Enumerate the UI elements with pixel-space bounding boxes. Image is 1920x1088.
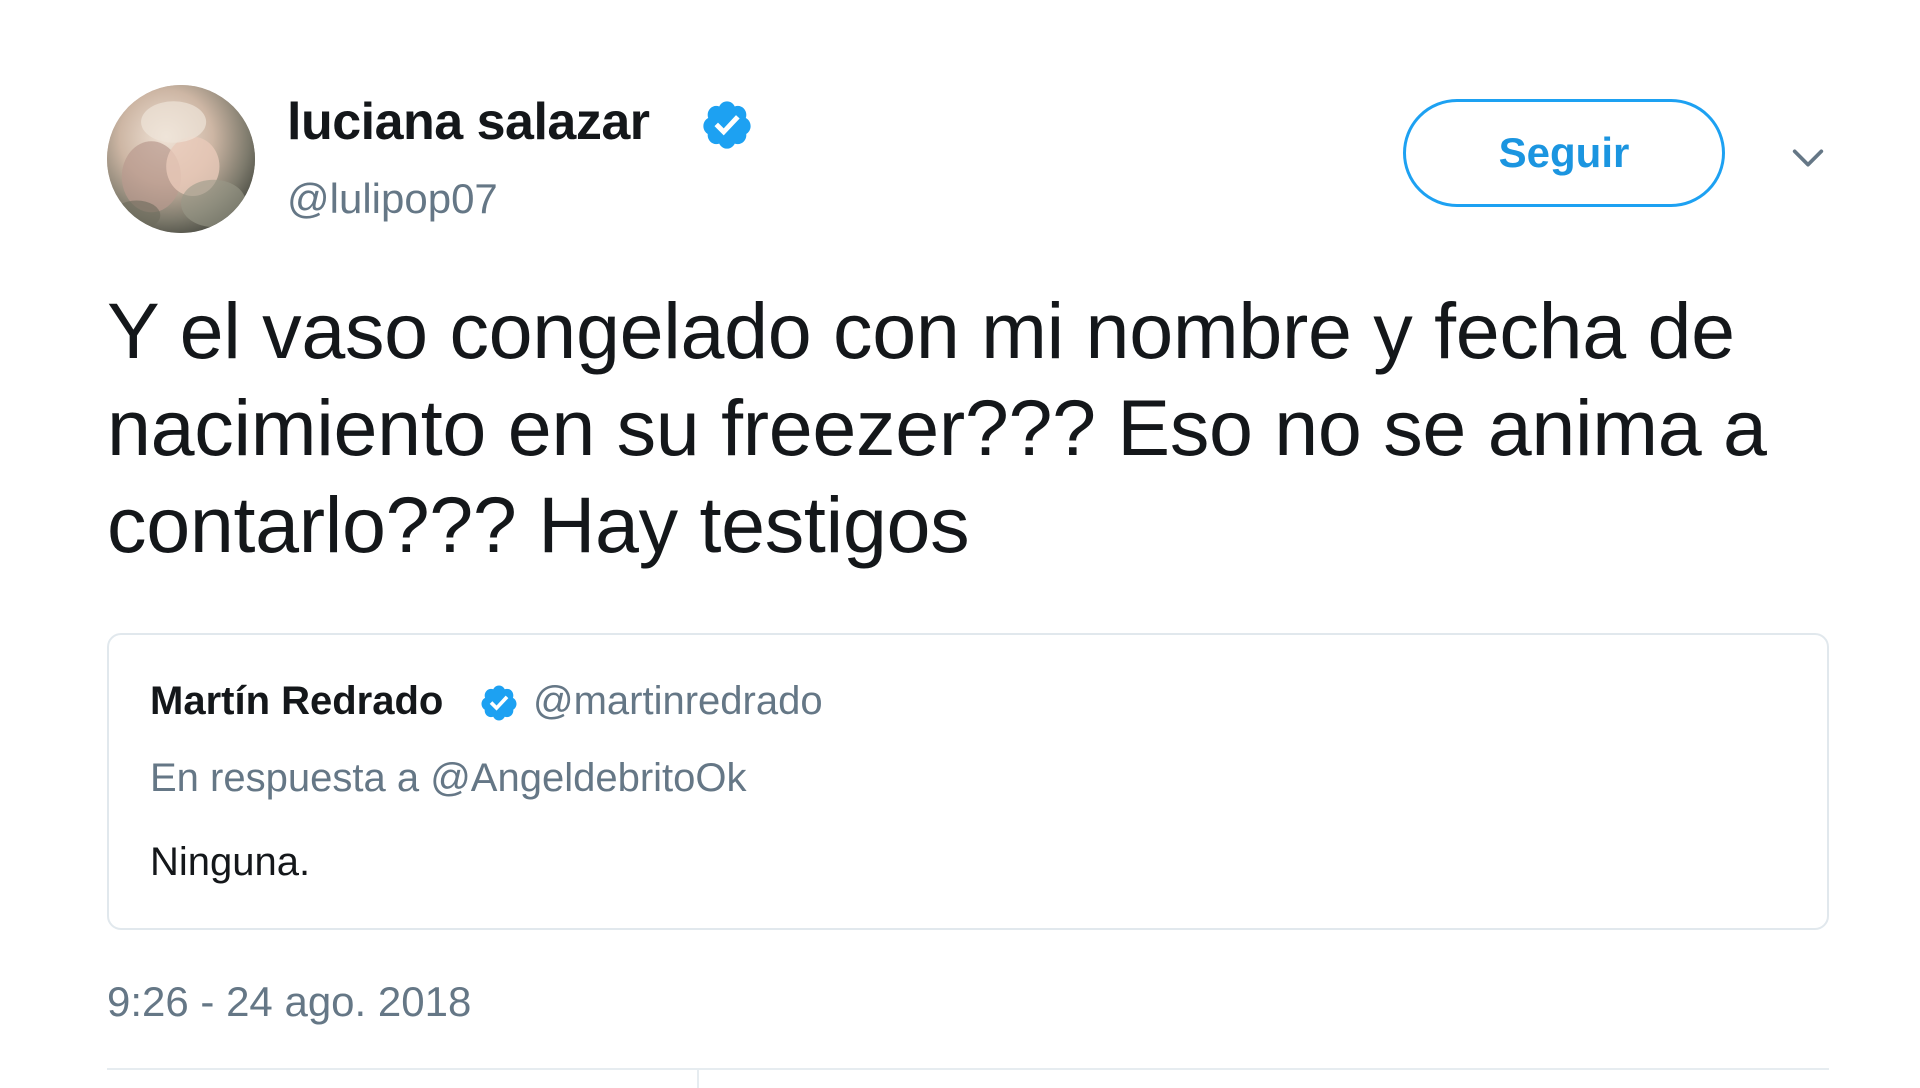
divider-vertical — [697, 1068, 699, 1088]
tweet-card: luciana salazar @lulipop07 Seguir Y el v… — [0, 0, 1920, 1088]
author-avatar[interactable] — [107, 85, 255, 233]
reply-context: En respuesta a @AngeldebritoOk — [150, 756, 747, 801]
chevron-down-icon[interactable] — [1788, 138, 1828, 178]
quoted-display-name: Martín Redrado — [150, 679, 444, 723]
quoted-handle: @martinredrado — [533, 679, 823, 723]
author-display-name[interactable]: luciana salazar — [287, 92, 650, 152]
tweet-text: Y el vaso congelado con mi nombre y fech… — [107, 286, 1767, 569]
avatar-image — [107, 85, 255, 233]
verified-badge-icon — [481, 685, 517, 721]
tweet-timestamp[interactable]: 9:26 - 24 ago. 2018 — [107, 978, 471, 1026]
divider — [107, 1068, 1829, 1070]
author-handle[interactable]: @lulipop07 — [287, 175, 498, 223]
verified-badge-icon — [703, 101, 751, 149]
follow-button[interactable]: Seguir — [1403, 99, 1725, 207]
quoted-text: Ninguna. — [150, 840, 311, 884]
reply-to-link[interactable]: @AngeldebritoOk — [430, 756, 746, 800]
quoted-tweet[interactable]: Martín Redrado @martinredrado En respues… — [107, 633, 1829, 930]
reply-prefix: En respuesta a — [150, 756, 420, 800]
